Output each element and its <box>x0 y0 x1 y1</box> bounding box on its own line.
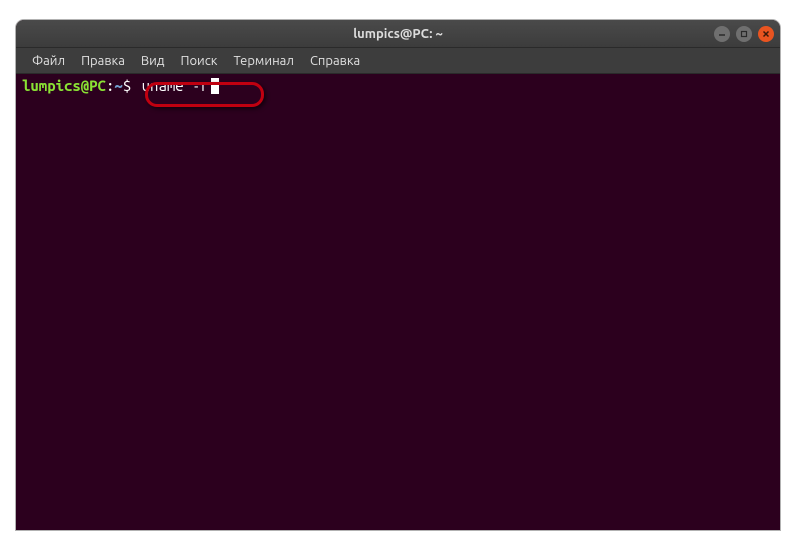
window-controls <box>714 26 774 42</box>
minimize-button[interactable] <box>714 26 730 42</box>
prompt-path: ~ <box>114 76 122 96</box>
prompt-dollar: $ <box>123 76 140 96</box>
prompt-user-host: lumpics@PC <box>22 76 106 96</box>
menu-help[interactable]: Справка <box>302 51 368 71</box>
cursor-icon <box>211 78 219 94</box>
typed-command: uname -r <box>140 76 211 96</box>
command-wrap: uname -r <box>140 76 219 96</box>
menu-terminal[interactable]: Терминал <box>225 51 301 71</box>
maximize-button[interactable] <box>736 26 752 42</box>
terminal-body[interactable]: lumpics@PC:~$ uname -r <box>16 74 780 530</box>
close-button[interactable] <box>758 26 774 42</box>
menu-edit[interactable]: Правка <box>73 51 133 71</box>
menubar: Файл Правка Вид Поиск Терминал Справка <box>16 48 780 74</box>
titlebar[interactable]: lumpics@PC: ~ <box>16 20 780 48</box>
terminal-window: lumpics@PC: ~ Файл Правка Вид Поиск Терм… <box>16 20 780 530</box>
window-title: lumpics@PC: ~ <box>353 27 443 41</box>
prompt-colon: : <box>106 76 114 96</box>
prompt-line: lumpics@PC:~$ uname -r <box>22 76 774 96</box>
menu-search[interactable]: Поиск <box>172 51 225 71</box>
menu-file[interactable]: Файл <box>24 51 73 71</box>
menu-view[interactable]: Вид <box>133 51 173 71</box>
